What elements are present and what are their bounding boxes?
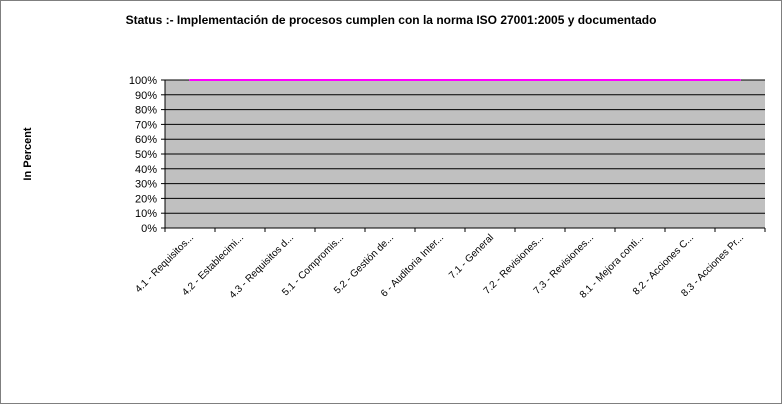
data-point <box>689 79 691 81</box>
y-tick-label: 50% <box>135 149 157 161</box>
y-tick-label: 100% <box>129 75 157 87</box>
y-tick-label: 10% <box>135 208 157 220</box>
data-point <box>189 79 191 81</box>
data-point <box>389 79 391 81</box>
chart-svg: 0% 10% 20% 30% 40% 50% 60% 70% 80% 90% 100% 4.1 - … <box>129 75 766 301</box>
data-point <box>289 79 291 81</box>
y-tick-label: 20% <box>135 193 157 205</box>
data-point <box>339 79 341 81</box>
x-tick-labels: 4.1 - Requisitos...4.2 - Establecimi...4… <box>133 232 746 301</box>
series-layer <box>189 79 741 81</box>
data-point <box>539 79 541 81</box>
data-point <box>239 79 241 81</box>
data-point <box>439 79 441 81</box>
data-point <box>739 79 741 81</box>
x-tick-label: 7.1 - General <box>447 232 496 281</box>
y-tick-label: 0% <box>141 223 157 235</box>
data-point <box>639 79 641 81</box>
y-tick-label: 30% <box>135 179 157 191</box>
y-tick-label: 90% <box>135 90 157 102</box>
data-point <box>589 79 591 81</box>
y-tick-label: 40% <box>135 164 157 176</box>
y-tick-label: 70% <box>135 119 157 131</box>
data-point <box>489 79 491 81</box>
y-tick-label: 60% <box>135 134 157 146</box>
y-tick-label: 80% <box>135 105 157 117</box>
y-tick-labels: 0% 10% 20% 30% 40% 50% 60% 70% 80% 90% 100% <box>129 75 157 235</box>
